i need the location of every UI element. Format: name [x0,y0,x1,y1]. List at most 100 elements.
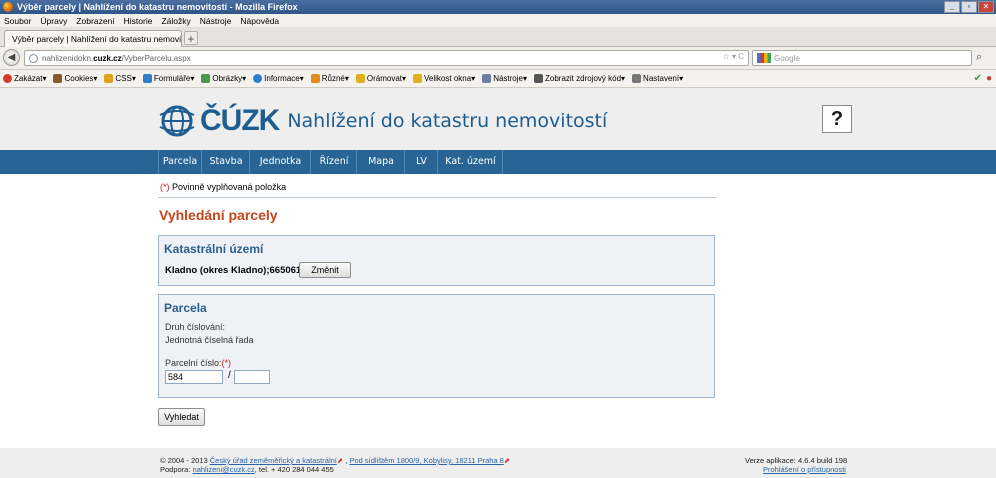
footer-org-link[interactable]: Český úřad zeměměřický a katastrální [210,456,337,465]
resize-icon [413,74,423,83]
dev-view-source[interactable]: Zobrazit zdrojový kód▾ [534,74,625,83]
dev-resize[interactable]: Velikost okna▾ [413,74,475,83]
dev-misc-label: Různé▾ [321,74,349,83]
dev-cookies-label: Cookies▾ [64,74,98,83]
misc-icon [310,74,320,83]
url-domain: cuzk.cz [93,53,122,63]
forms-icon [142,74,152,83]
footer-address-link[interactable]: Pod sídlištěm 1800/9, Kobylisy, 18211 Pr… [349,456,503,465]
nav-jednotka[interactable]: Jednotka [251,150,311,174]
site-logo[interactable]: ČÚZK Nahlížení do katastru nemovitostí [158,104,607,138]
tools-icon [482,74,492,83]
cookies-icon [53,74,63,83]
images-icon [201,74,211,83]
menu-nastroje[interactable]: Nástroje [200,16,232,26]
back-button[interactable]: ◀ [3,49,20,66]
menu-zalozky[interactable]: Záložky [161,16,190,26]
maximize-button[interactable]: ▫ [961,1,977,13]
cadastral-area-value: Kladno (okres Kladno);665061 [165,265,302,276]
parcel-title: Parcela [164,301,207,315]
valid-check-icon[interactable]: ✔ [974,73,982,84]
search-bar[interactable]: Google [752,50,972,66]
page-content: ČÚZK Nahlížení do katastru nemovitostí ?… [0,88,996,478]
dev-images[interactable]: Obrázky▾ [201,74,246,83]
numbering-type-value: Jednotná číselná řada [165,335,254,345]
search-icon[interactable]: ⌕ [976,51,982,64]
view-source-icon [534,74,543,83]
dev-resize-label: Velikost okna▾ [424,74,476,83]
main-navigation: Parcela Stavba Jednotka Řízení Mapa LV K… [0,150,996,174]
search-button[interactable]: Vyhledat [158,408,205,426]
options-icon [632,74,642,83]
dev-forms[interactable]: Formuláře▾ [142,74,195,83]
footer-support-phone: , tel. + 420 284 044 455 [254,465,334,474]
footer-copyright: © 2004 - 2013 [160,456,210,465]
dev-forms-label: Formuláře▾ [153,74,195,83]
dev-tools-label: Nástroje▾ [493,74,527,83]
dev-cookies[interactable]: Cookies▾ [53,74,97,83]
new-tab-button[interactable]: + [184,31,198,46]
search-placeholder: Google [774,53,800,63]
dev-css[interactable]: CSS▾ [104,74,136,83]
url-bar[interactable]: nahlizenidokn. cuzk.cz/VyberParcelu.aspx … [24,50,749,66]
cadastral-area-box: Katastrální území Kladno (okres Kladno);… [158,235,715,286]
site-header: ČÚZK Nahlížení do katastru nemovitostí ? [0,88,996,150]
parcel-number-label-text: Parcelní číslo: [165,358,222,368]
dev-information[interactable]: Informace▾ [253,74,304,83]
nav-stavba[interactable]: Stavba [203,150,250,174]
dev-outline-label: Orámovat▾ [366,74,407,83]
dev-status-icons: ✔ ● [970,73,992,84]
menu-zobrazeni[interactable]: Zobrazení [76,16,114,26]
dev-disable[interactable]: Zakázat▾ [3,74,46,83]
nav-mapa[interactable]: Mapa [358,150,405,174]
firefox-icon [3,2,13,12]
nav-parcela[interactable]: Parcela [158,150,202,174]
google-icon [757,53,771,63]
page-title: Vyhledání parcely [159,207,278,223]
menu-historie[interactable]: Historie [124,16,153,26]
dev-outline[interactable]: Orámovat▾ [355,74,407,83]
footer-version: Verze aplikace: 4.6.4 build 198 [745,456,848,465]
dev-tools[interactable]: Nástroje▾ [482,74,527,83]
disable-icon [3,74,12,83]
web-developer-toolbar: Zakázat▾ Cookies▾ CSS▾ Formuláře▾ Obrázk… [0,70,996,88]
window-titlebar: Výběr parcely | Nahlížení do katastru ne… [0,0,996,14]
required-note: (*) Povinně vyplňovaná položka [160,182,286,192]
divider [158,197,716,198]
parcel-subnumber-input[interactable] [234,370,270,384]
dev-images-label: Obrázky▾ [212,74,247,83]
outline-icon [355,74,365,83]
error-icon[interactable]: ● [986,73,992,84]
required-star: (*) [160,182,170,192]
minimize-button[interactable]: _ [944,1,960,13]
dev-misc[interactable]: Různé▾ [310,74,349,83]
parcel-box: Parcela Druh číslování: Jednotná číselná… [158,294,715,398]
nav-rizeni[interactable]: Řízení [312,150,357,174]
help-button[interactable]: ? [822,105,852,133]
parcel-number-label: Parcelní číslo:(*) [165,358,231,368]
change-button[interactable]: Změnit [299,262,351,278]
css-icon [104,74,114,83]
menu-soubor[interactable]: Soubor [4,16,31,26]
site-tagline: Nahlížení do katastru nemovitostí [287,110,608,132]
nav-kat-uzemi[interactable]: Kat. území [439,150,503,174]
footer-support-email[interactable]: nahlizeni@cuzk.cz [193,465,255,474]
dev-disable-label: Zakázat▾ [14,74,47,83]
close-button[interactable]: ✕ [978,1,994,13]
parcel-number-input[interactable]: 584 [165,370,223,384]
window-controls: _ ▫ ✕ [943,1,994,13]
browser-tab-active[interactable]: Výběr parcely | Nahlížení do katastru ne… [4,30,182,47]
required-text: Povinně vyplňovaná položka [169,182,287,192]
menu-napoveda[interactable]: Nápověda [240,16,279,26]
globe-icon [29,53,38,63]
browser-tab-label: Výběr parcely | Nahlížení do katastru ne… [12,34,182,44]
url-prefix: nahlizenidokn. [42,53,94,63]
nav-lv[interactable]: LV [406,150,438,174]
bookmark-star-icon[interactable]: ☆ ▾ C [723,52,744,61]
information-icon [253,74,263,83]
dev-information-label: Informace▾ [264,74,304,83]
footer-accessibility-link[interactable]: Prohlášení o přístupnosti [763,465,846,474]
menu-upravy[interactable]: Úpravy [40,16,67,26]
footer-accessibility-text[interactable]: Prohlášení o přístupnosti [763,465,846,474]
dev-options[interactable]: Nastavení▾ [632,74,683,83]
